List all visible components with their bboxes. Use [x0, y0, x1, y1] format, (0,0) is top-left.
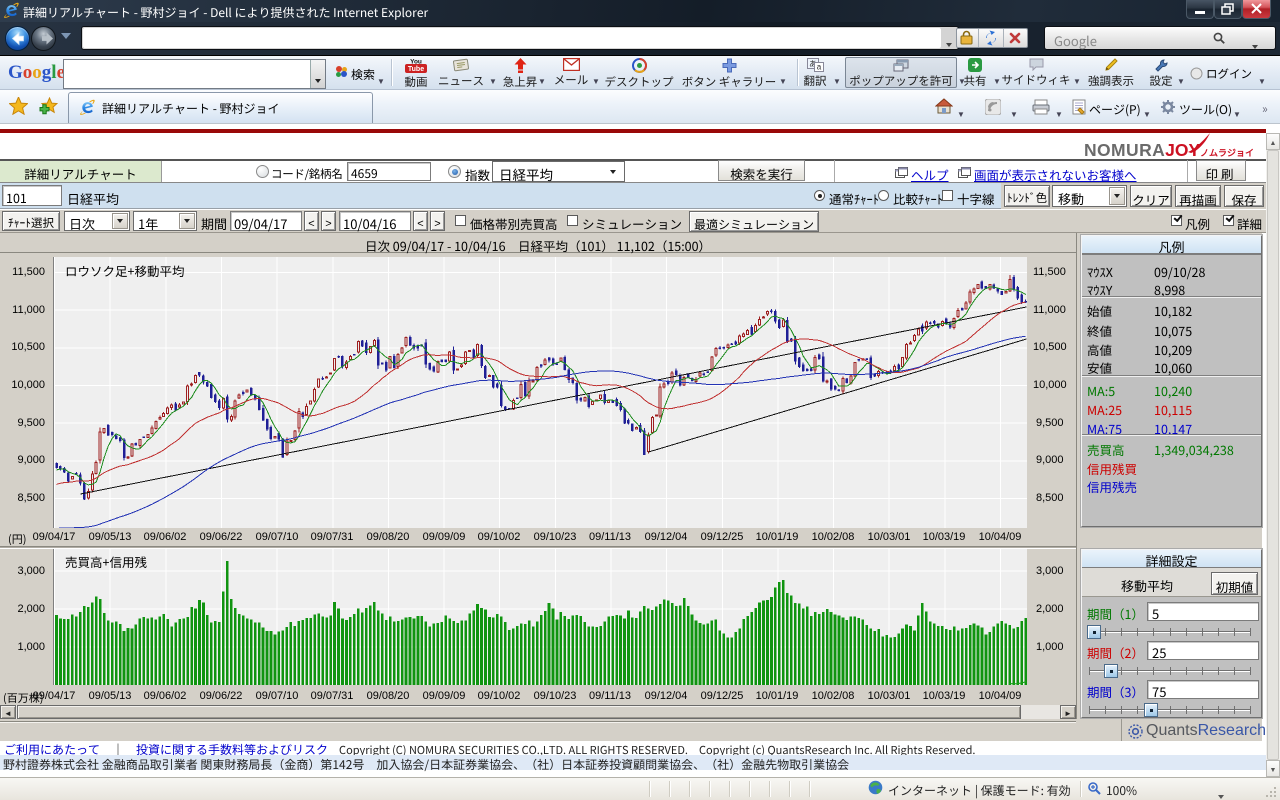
svg-text:a: a [816, 63, 821, 72]
svg-text:Tube: Tube [408, 66, 424, 73]
